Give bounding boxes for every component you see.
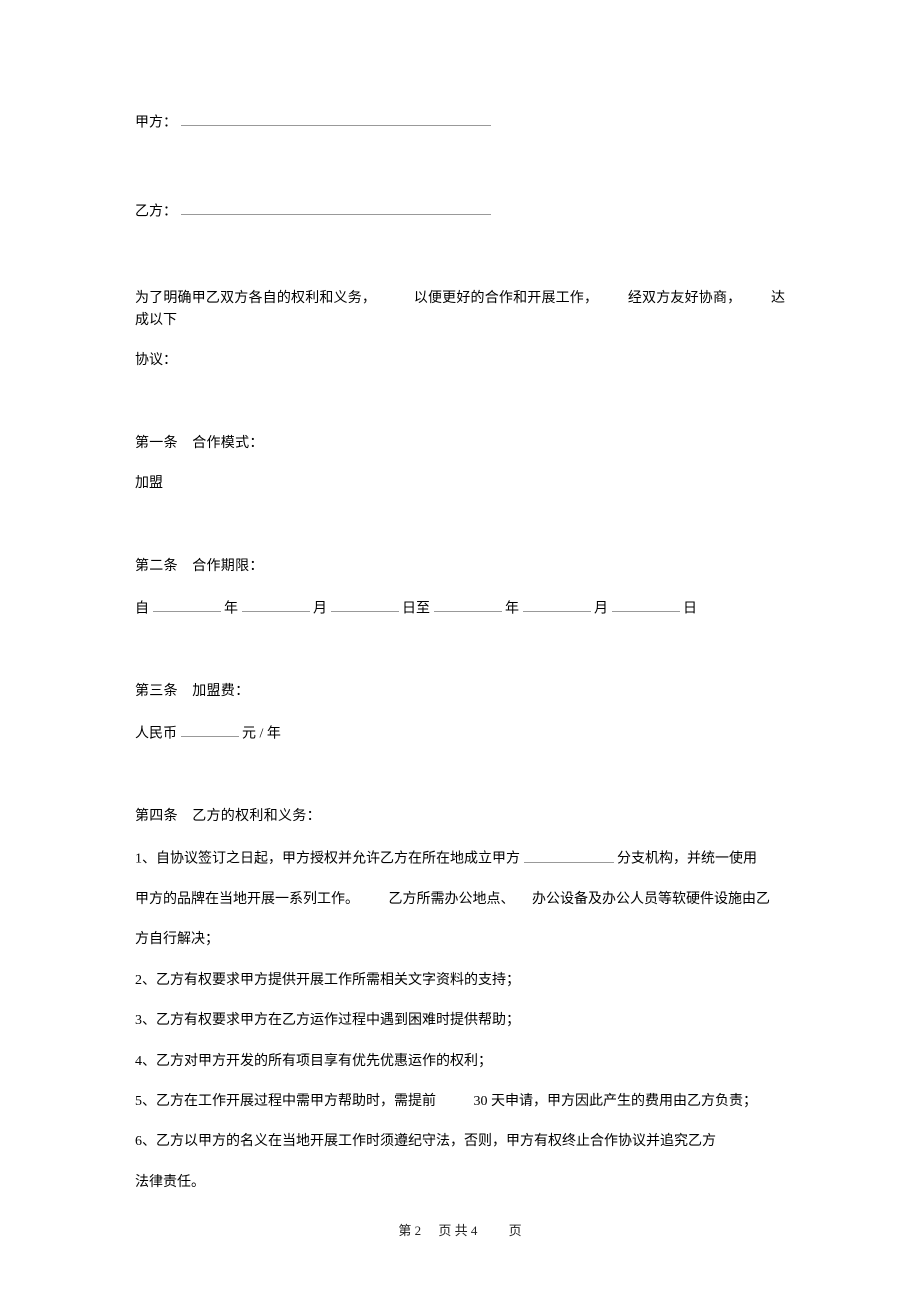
preamble-line2: 协议： (135, 350, 785, 372)
preamble-seg3: 经双方友好协商， (628, 291, 741, 306)
art2-year: 年 (224, 601, 238, 616)
art4-item2: 2、乙方有权要求甲方提供开展工作所需相关文字资料的支持； (135, 970, 785, 992)
art4-item6-line2: 法律责任。 (135, 1172, 785, 1194)
article-1-body-text: 加盟 (135, 476, 163, 491)
party-b-line: 乙方： (135, 199, 785, 224)
article-3-body: 人民币 元 / 年 (135, 721, 785, 746)
branch-input-line[interactable] (524, 846, 614, 862)
art4-5a: 5、乙方在工作开展过程中需甲方帮助时，需提前 (135, 1094, 436, 1109)
date-input-day2[interactable] (612, 596, 680, 612)
party-a-input-line[interactable] (181, 110, 491, 126)
spacer (135, 252, 785, 288)
party-b-input-line[interactable] (181, 199, 491, 215)
spacer (135, 774, 785, 806)
art4-item1-line3: 方自行解决； (135, 929, 785, 951)
date-input-month2[interactable] (523, 596, 591, 612)
art4-item1-line2: 甲方的品牌在当地开展一系列工作。 乙方所需办公地点、 办公设备及办公人员等软硬件… (135, 889, 785, 911)
art4-item1-line1: 1、自协议签订之日起，甲方授权并允许乙方在所在地成立甲方 分支机构，并统一使用 (135, 846, 785, 871)
article-2-title: 第二条 合作期限： (135, 556, 785, 578)
article-3-title: 第三条 加盟费： (135, 681, 785, 703)
art4-2: 2、乙方有权要求甲方提供开展工作所需相关文字资料的支持； (135, 973, 520, 988)
article-1-body: 加盟 (135, 473, 785, 495)
party-a-label: 甲方： (135, 115, 177, 130)
art4-1d: 方自行解决； (135, 932, 219, 947)
art4-item5: 5、乙方在工作开展过程中需甲方帮助时，需提前 30 天申请，甲方因此产生的费用由… (135, 1091, 785, 1113)
art4-item4: 4、乙方对甲方开发的所有项目享有优先优惠运作的权利； (135, 1051, 785, 1073)
art3-rmb: 人民币 (135, 726, 177, 741)
article-1-title-text: 第一条 合作模式： (135, 436, 264, 451)
article-3-title-text: 第三条 加盟费： (135, 684, 249, 699)
footer-seg3: 页 (509, 1223, 522, 1238)
art4-5b: 30 天申请，甲方因此产生的费用由乙方负责； (474, 1094, 758, 1109)
art4-1c-seg2: 乙方所需办公地点、 (389, 892, 515, 907)
art4-6b: 法律责任。 (135, 1175, 205, 1190)
fee-input-line[interactable] (181, 721, 239, 737)
preamble-line2-text: 协议： (135, 353, 177, 368)
art4-4: 4、乙方对甲方开发的所有项目享有优先优惠运作的权利； (135, 1054, 492, 1069)
preamble-seg2: 以便更好的合作和开展工作， (414, 291, 598, 306)
spacer (135, 649, 785, 681)
date-input-year2[interactable] (434, 596, 502, 612)
art4-1b: 分支机构，并统一使用 (617, 852, 757, 867)
art2-day-to: 日至 (402, 601, 430, 616)
art2-from: 自 (135, 601, 149, 616)
party-b-label: 乙方： (135, 204, 177, 219)
art4-3: 3、乙方有权要求甲方在乙方运作过程中遇到困难时提供帮助； (135, 1013, 520, 1028)
footer-seg2: 页 共 4 (438, 1223, 477, 1238)
article-1-title: 第一条 合作模式： (135, 433, 785, 455)
art4-6a: 6、乙方以甲方的名义在当地开展工作时须遵纪守法，否则，甲方有权终止合作协议并追究… (135, 1134, 716, 1149)
art2-day2: 日 (683, 601, 697, 616)
date-input-month1[interactable] (242, 596, 310, 612)
art4-1c-seg3: 办公设备及办公人员等软硬件设施由乙 (532, 892, 770, 907)
document-page: 甲方： 乙方： 为了明确甲乙双方各自的权利和义务， 以便更好的合作和开展工作， … (0, 0, 920, 1194)
art2-month: 月 (313, 601, 327, 616)
party-a-line: 甲方： (135, 110, 785, 135)
art4-item6-line1: 6、乙方以甲方的名义在当地开展工作时须遵纪守法，否则，甲方有权终止合作协议并追究… (135, 1131, 785, 1153)
art4-item3: 3、乙方有权要求甲方在乙方运作过程中遇到困难时提供帮助； (135, 1010, 785, 1032)
art3-unit: 元 / 年 (242, 726, 281, 741)
preamble-seg1: 为了明确甲乙双方各自的权利和义务， (135, 291, 376, 306)
date-input-year1[interactable] (153, 596, 221, 612)
spacer (135, 524, 785, 556)
art4-1c-seg1: 甲方的品牌在当地开展一系列工作。 (135, 892, 359, 907)
article-2-title-text: 第二条 合作期限： (135, 559, 264, 574)
date-input-day1[interactable] (331, 596, 399, 612)
article-2-body: 自 年 月 日至 年 月 日 (135, 596, 785, 621)
page-footer: 第 2 页 共 4 页 (0, 1220, 920, 1239)
article-4-title: 第四条 乙方的权利和义务： (135, 806, 785, 828)
footer-seg1: 第 2 (398, 1223, 421, 1238)
art2-month2: 月 (594, 601, 608, 616)
art2-year2: 年 (505, 601, 519, 616)
spacer (135, 401, 785, 433)
preamble-line1: 为了明确甲乙双方各自的权利和义务， 以便更好的合作和开展工作， 经双方友好协商，… (135, 288, 785, 333)
spacer (135, 163, 785, 199)
article-4-title-text: 第四条 乙方的权利和义务： (135, 809, 321, 824)
art4-1a: 1、自协议签订之日起，甲方授权并允许乙方在所在地成立甲方 (135, 852, 520, 867)
